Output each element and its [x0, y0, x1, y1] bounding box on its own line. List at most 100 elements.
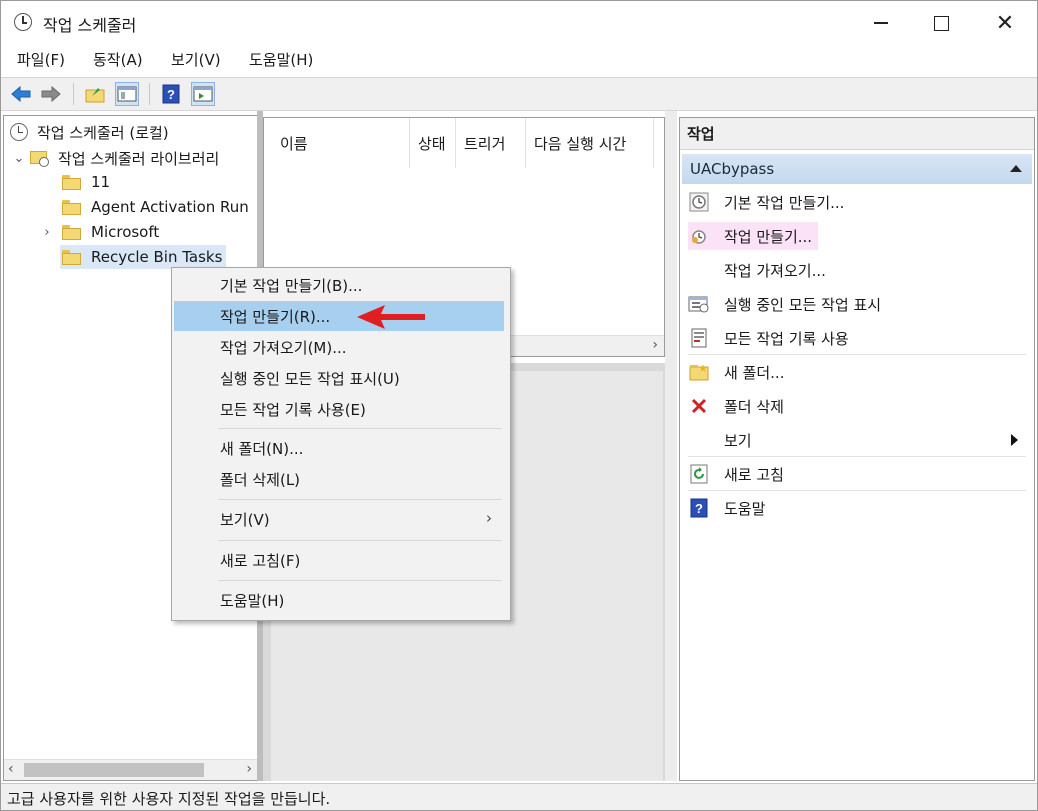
menu-bar: 파일(F) 동작(A) 보기(V) 도움말(H) — [1, 45, 1037, 75]
new-folder-icon — [688, 361, 710, 383]
help-icon: ? — [688, 497, 710, 519]
tree-item-library[interactable]: ⌄ 작업 스케줄러 라이브러리 — [12, 146, 220, 170]
maximize-icon — [933, 15, 949, 31]
clock-icon — [14, 13, 32, 31]
context-new-folder[interactable]: 새 폴더(N)... — [174, 433, 504, 463]
column-header-trigger[interactable]: 트리거 — [456, 118, 526, 168]
horizontal-scrollbar[interactable]: ‹ › — [4, 759, 258, 780]
action-label: 보기 — [724, 431, 752, 450]
help-button[interactable]: ? — [159, 82, 183, 106]
action-enable-history[interactable]: 모든 작업 기록 사용 — [688, 324, 849, 352]
folder-icon — [62, 199, 81, 215]
console-tree-icon — [117, 86, 137, 102]
context-view[interactable]: 보기(V) › — [174, 504, 504, 534]
menu-view[interactable]: 보기(V) — [171, 49, 221, 70]
context-view-label: 보기(V) — [220, 510, 270, 529]
tree-item-folder-11[interactable]: 11 — [62, 170, 110, 194]
menu-file[interactable]: 파일(F) — [17, 49, 65, 70]
up-folder-icon — [85, 88, 105, 103]
forward-arrow-icon — [41, 85, 61, 103]
window-title: 작업 스케줄러 — [43, 16, 137, 35]
context-enable-history[interactable]: 모든 작업 기록 사용(E) — [174, 394, 504, 424]
scroll-left-icon[interactable]: ‹ — [8, 761, 14, 777]
forward-button[interactable] — [39, 82, 63, 106]
maximize-button[interactable] — [913, 1, 969, 45]
minimize-icon — [874, 22, 888, 24]
red-arrow-icon — [357, 305, 425, 329]
actions-pane: 작업 UACbypass 기본 작업 만들기... 작업 만들기... 작업 가… — [679, 117, 1035, 781]
up-folder-button[interactable] — [83, 82, 107, 106]
svg-text:?: ? — [695, 501, 703, 516]
action-new-folder[interactable]: 새 폴더... — [688, 358, 784, 386]
action-view[interactable]: 보기 — [688, 426, 1026, 454]
show-hide-action-pane-button[interactable] — [191, 82, 215, 106]
action-create-task[interactable]: 작업 만들기... — [688, 222, 819, 250]
context-import-task[interactable]: 작업 가져오기(M)... — [174, 332, 504, 362]
separator — [688, 354, 1026, 355]
back-button[interactable] — [9, 82, 33, 106]
action-help[interactable]: ? 도움말 — [688, 494, 765, 522]
context-refresh[interactable]: 새로 고침(F) — [174, 545, 504, 575]
action-label: 모든 작업 기록 사용 — [724, 329, 849, 348]
collapse-up-icon[interactable] — [1010, 165, 1022, 172]
task-scheduler-window: 작업 스케줄러 ✕ 파일(F) 동작(A) 보기(V) 도움말(H) ? 작업 … — [0, 0, 1038, 811]
history-icon — [688, 327, 710, 349]
context-create-basic-task[interactable]: 기본 작업 만들기(B)... — [174, 270, 504, 300]
scroll-right-icon[interactable]: › — [246, 761, 252, 777]
separator — [688, 490, 1026, 491]
title-bar: 작업 스케줄러 ✕ — [1, 1, 1037, 45]
context-help[interactable]: 도움말(H) — [174, 585, 504, 615]
action-display-running-tasks[interactable]: 실행 중인 모든 작업 표시 — [688, 290, 881, 318]
context-display-running-tasks[interactable]: 실행 중인 모든 작업 표시(U) — [174, 363, 504, 393]
action-import-task[interactable]: 작업 가져오기... — [688, 256, 826, 284]
action-label: 새 폴더... — [724, 363, 785, 382]
menu-action[interactable]: 동작(A) — [93, 49, 143, 70]
column-header-next-run[interactable]: 다음 실행 시간 — [526, 118, 654, 168]
delete-x-icon — [688, 395, 710, 417]
tree-item-folder-recycle-bin-tasks[interactable]: Recycle Bin Tasks — [60, 245, 227, 269]
pane-splitter[interactable] — [665, 111, 677, 781]
column-header-name[interactable]: 이름 — [272, 118, 410, 168]
tree-item-label: Agent Activation Run — [91, 198, 249, 216]
tree-item-folder-microsoft[interactable]: › Microsoft — [40, 220, 159, 244]
separator — [688, 456, 1026, 457]
submenu-arrow-icon: › — [486, 509, 492, 527]
context-delete-folder[interactable]: 폴더 삭제(L) — [174, 464, 504, 494]
tree-item-label: Microsoft — [91, 223, 160, 241]
scrollbar-thumb[interactable] — [24, 763, 204, 777]
action-label: 작업 만들기... — [724, 227, 813, 246]
context-menu: 기본 작업 만들기(B)... 작업 만들기(R)... 작업 가져오기(M).… — [171, 267, 511, 621]
chevron-down-icon[interactable]: ⌄ — [12, 151, 26, 166]
minimize-button[interactable] — [853, 1, 909, 45]
close-button[interactable]: ✕ — [977, 1, 1033, 45]
action-refresh[interactable]: 새로 고침 — [688, 460, 784, 488]
tree-item-label: 작업 스케줄러 라이브러리 — [58, 149, 220, 168]
show-hide-console-tree-button[interactable] — [115, 82, 139, 106]
column-header-status[interactable]: 상태 — [410, 118, 456, 168]
action-create-basic-task[interactable]: 기본 작업 만들기... — [688, 188, 844, 216]
status-bar: 고급 사용자를 위한 사용자 지정된 작업을 만듭니다. — [1, 783, 1037, 810]
separator — [218, 580, 502, 581]
tree-item-label: 작업 스케줄러 (로컬) — [37, 123, 169, 142]
action-delete-folder[interactable]: 폴더 삭제 — [688, 392, 784, 420]
separator — [218, 540, 502, 541]
action-label: 실행 중인 모든 작업 표시 — [724, 295, 882, 314]
basic-task-icon — [688, 191, 710, 213]
toolbar: ? — [1, 77, 1037, 111]
tree-item-folder-agent-activation[interactable]: Agent Activation Run — [62, 195, 249, 219]
action-label: 기본 작업 만들기... — [724, 193, 845, 212]
menu-help[interactable]: 도움말(H) — [249, 49, 313, 70]
tree-item-root[interactable]: 작업 스케줄러 (로컬) — [10, 120, 169, 144]
action-label: 도움말 — [724, 499, 766, 518]
context-create-task[interactable]: 작업 만들기(R)... — [174, 301, 504, 331]
separator — [218, 428, 502, 429]
chevron-right-icon[interactable]: › — [40, 225, 54, 240]
action-label: 작업 가져오기... — [724, 261, 826, 280]
action-label: 폴더 삭제 — [724, 397, 784, 416]
scroll-right-icon[interactable]: › — [652, 337, 658, 353]
toolbar-separator — [149, 83, 150, 105]
actions-section-header[interactable]: UACbypass — [682, 154, 1032, 184]
running-tasks-icon — [688, 293, 710, 315]
folder-icon — [62, 249, 81, 265]
status-text: 고급 사용자를 위한 사용자 지정된 작업을 만듭니다. — [7, 790, 331, 808]
